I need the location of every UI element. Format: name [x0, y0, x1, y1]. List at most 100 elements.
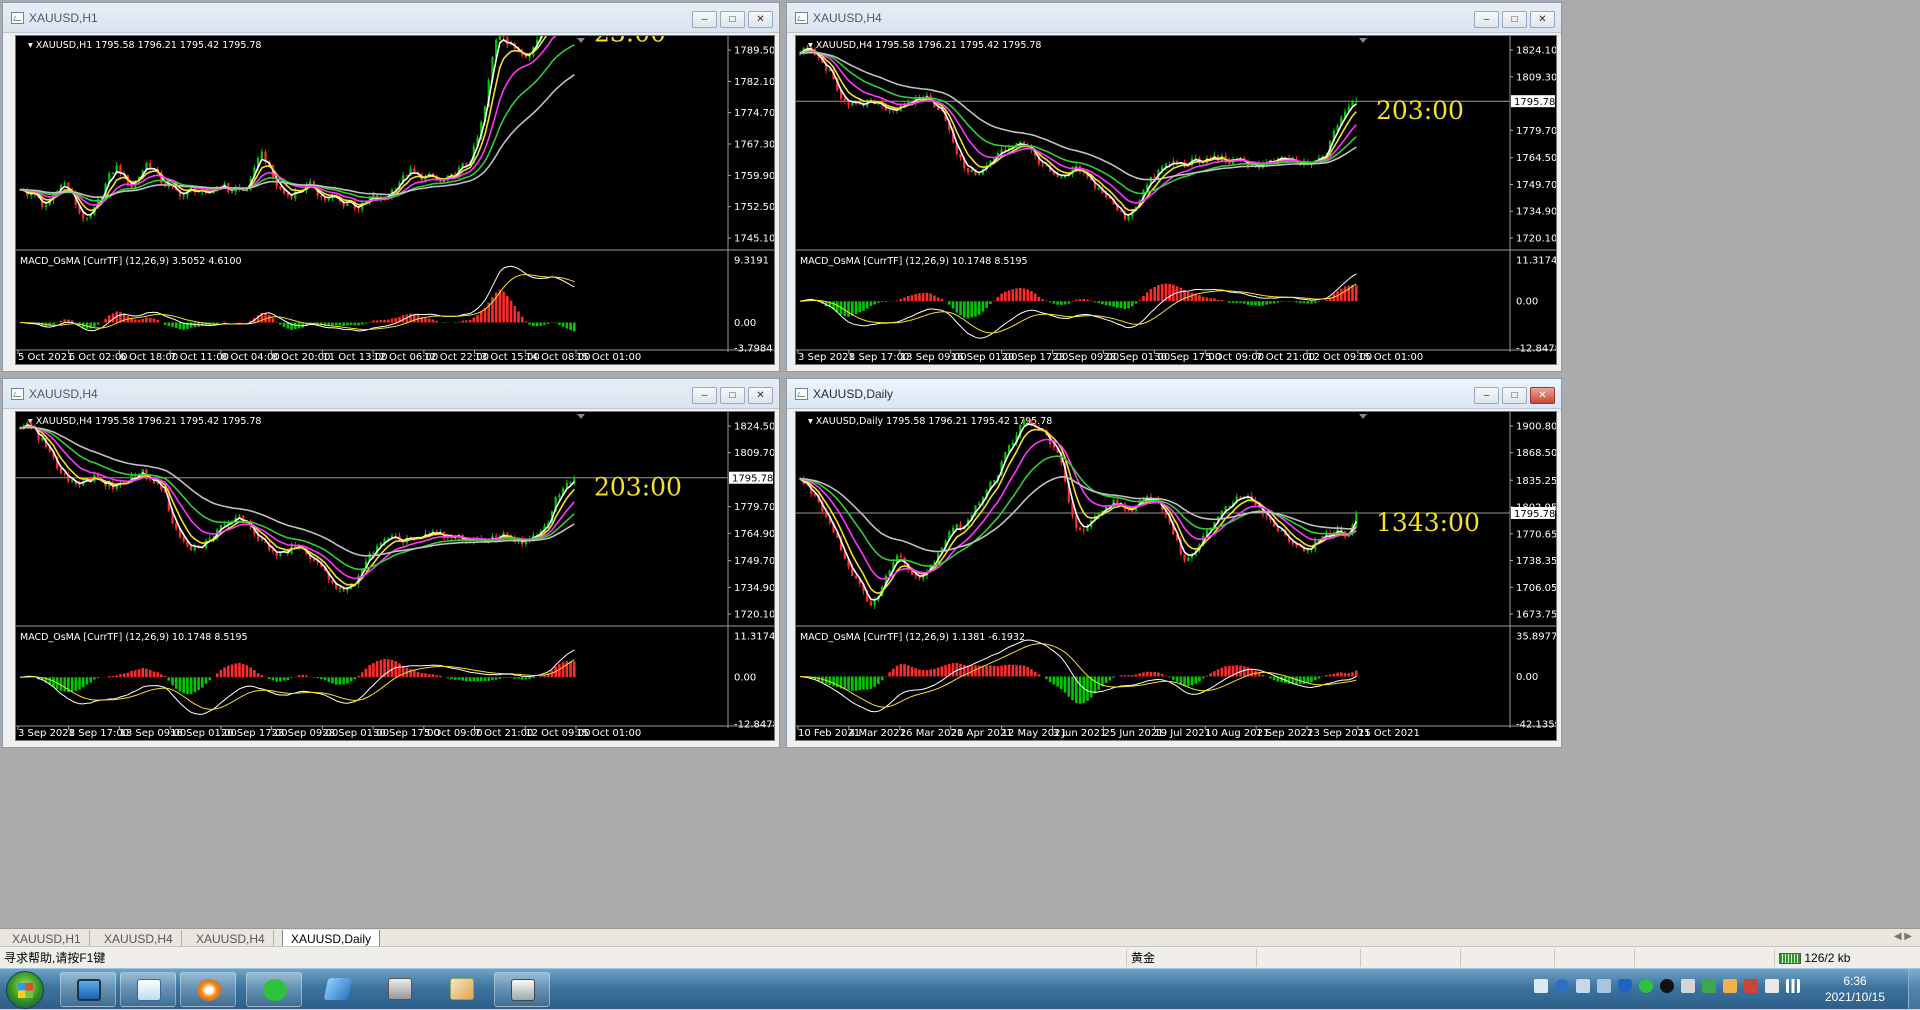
maximize-button[interactable]: □ — [720, 387, 745, 404]
macd-histogram-bar — [350, 323, 353, 325]
system-tray — [1534, 979, 1800, 993]
macd-histogram-bar — [1086, 676, 1089, 700]
taskbar-editor-app[interactable] — [434, 972, 490, 1007]
candle-body — [1079, 528, 1081, 530]
sync-icon[interactable] — [1702, 979, 1716, 993]
minimize-button[interactable]: – — [1474, 11, 1499, 28]
macd-histogram-bar — [963, 301, 966, 317]
taskbar-mt4-app[interactable] — [494, 972, 550, 1007]
macd-histogram-bar — [1097, 301, 1100, 303]
macd-histogram-bar — [476, 677, 479, 681]
macd-histogram-bar — [372, 321, 375, 323]
macd-histogram-bar — [1011, 665, 1014, 677]
device-icon[interactable] — [1597, 979, 1611, 993]
macd-histogram-bar — [877, 301, 880, 303]
chart-window-h1[interactable]: XAUUSD,H1 – □ ✕ ▾ XAUUSD,H1 1795.58 1796… — [2, 2, 780, 372]
volume-icon[interactable] — [1723, 979, 1737, 993]
maximize-button[interactable]: □ — [720, 11, 745, 28]
close-button[interactable]: ✕ — [748, 387, 773, 404]
macd-line — [20, 650, 574, 714]
flag-icon[interactable] — [1765, 979, 1779, 993]
chart-canvas[interactable]: ▾ XAUUSD,H4 1795.58 1796.21 1795.42 1795… — [795, 35, 1557, 365]
tab-xauusd-h1[interactable]: XAUUSD,H1 — [4, 930, 90, 947]
macd-histogram-bar — [246, 665, 249, 677]
macd-histogram-bar — [1329, 675, 1332, 677]
macd-histogram-bar — [1228, 666, 1231, 677]
network-drive-icon[interactable] — [1576, 979, 1590, 993]
minimize-button[interactable]: – — [1474, 387, 1499, 404]
macd-histogram-bar — [1015, 665, 1018, 676]
chart-window-h4-top[interactable]: XAUUSD,H4 – □ ✕ ▾ XAUUSD,H4 1795.58 1796… — [786, 2, 1562, 372]
macd-histogram-bar — [918, 670, 921, 677]
taskbar-desktop-app[interactable] — [60, 972, 116, 1007]
antivirus-icon[interactable] — [1681, 979, 1695, 993]
maximize-button[interactable]: □ — [1502, 387, 1527, 404]
macd-histogram-bar — [268, 315, 271, 323]
security-icon[interactable] — [1744, 979, 1758, 993]
start-button[interactable] — [6, 971, 44, 1009]
window-titlebar[interactable]: XAUUSD,H4 – □ ✕ — [787, 3, 1561, 33]
candle-body — [223, 524, 225, 525]
macd-histogram-bar — [506, 677, 509, 678]
chart-window-daily[interactable]: XAUUSD,Daily – □ ✕ ▾ XAUUSD,Daily 1795.5… — [786, 378, 1562, 748]
moving-average-line — [20, 426, 574, 585]
macd-histogram-bar — [941, 666, 944, 676]
minimize-button[interactable]: – — [692, 387, 717, 404]
macd-histogram-bar — [60, 321, 63, 323]
macd-histogram-bar — [1086, 300, 1089, 302]
chart-canvas[interactable]: ▾ XAUUSD,Daily 1795.58 1796.21 1795.42 1… — [795, 411, 1557, 741]
close-button[interactable]: ✕ — [1530, 11, 1555, 28]
mdi-area: XAUUSD,H1 – □ ✕ ▾ XAUUSD,H1 1795.58 1796… — [0, 0, 1920, 928]
qq-icon[interactable] — [1660, 979, 1674, 993]
macd-histogram-bar — [517, 311, 520, 322]
macd-histogram-bar — [227, 666, 230, 678]
minimize-button[interactable]: – — [692, 11, 717, 28]
window-titlebar[interactable]: XAUUSD,Daily – □ ✕ — [787, 379, 1561, 409]
chart-window-h4-bottom[interactable]: XAUUSD,H4 – □ ✕ ▾ XAUUSD,H4 1795.58 1796… — [2, 378, 780, 748]
window-titlebar[interactable]: XAUUSD,H4 – □ ✕ — [3, 379, 779, 409]
close-button[interactable]: ✕ — [1530, 387, 1555, 404]
macd-histogram-bar — [1254, 301, 1257, 305]
chart-shift-marker — [1359, 38, 1367, 43]
signal-icon[interactable] — [1786, 979, 1800, 993]
macd-histogram-bar — [1142, 672, 1145, 676]
macd-histogram-bar — [881, 676, 884, 680]
macd-histogram-bar — [335, 323, 338, 326]
keyboard-icon[interactable] — [1534, 979, 1548, 993]
candle-body — [320, 195, 322, 196]
show-desktop-button[interactable] — [1908, 969, 1920, 1010]
price-tick-label: 1809.30 — [1516, 72, 1556, 83]
help-icon[interactable] — [1555, 979, 1569, 993]
macd-histogram-bar — [937, 667, 940, 676]
taskbar-browser-app[interactable] — [180, 972, 236, 1007]
macd-histogram-bar — [1202, 676, 1205, 678]
macd-histogram-bar — [896, 300, 899, 301]
time-tick-label: 1 Sep 2021 — [1256, 728, 1313, 739]
chart-canvas[interactable]: ▾ XAUUSD,H1 1795.58 1796.21 1795.42 1795… — [15, 35, 775, 365]
shield-icon[interactable] — [1618, 979, 1632, 993]
tab-scroll-arrows[interactable]: ◀ ▶ — [1894, 931, 1912, 942]
macd-histogram-bar — [476, 315, 479, 322]
system-clock[interactable]: 6:36 2021/10/15 — [1810, 973, 1900, 1005]
tab-xauusd-h4-2[interactable]: XAUUSD,H4 — [188, 930, 274, 947]
taskbar-file-app[interactable] — [120, 972, 176, 1007]
taskbar-wechat-app[interactable] — [246, 972, 302, 1007]
macd-tick-label: 11.3174 — [1516, 256, 1556, 267]
price-tick-label: 1764.90 — [734, 529, 774, 540]
chat-tray-icon[interactable] — [1639, 979, 1653, 993]
macd-label: MACD_OsMA [CurrTF] (12,26,9) 10.1748 8.5… — [800, 256, 1028, 267]
tab-xauusd-h4[interactable]: XAUUSD,H4 — [96, 930, 182, 947]
taskbar-terminal-app[interactable] — [372, 972, 428, 1007]
current-price-label: 1795.78 — [1514, 97, 1555, 108]
taskbar-notes-app[interactable] — [310, 972, 366, 1007]
macd-histogram-bar — [1262, 301, 1265, 305]
macd-histogram-bar — [1146, 292, 1149, 301]
chart-canvas[interactable]: ▾ XAUUSD,H4 1795.58 1796.21 1795.42 1795… — [15, 411, 775, 741]
window-titlebar[interactable]: XAUUSD,H1 – □ ✕ — [3, 3, 779, 33]
maximize-button[interactable]: □ — [1502, 11, 1527, 28]
candle-body — [959, 154, 961, 158]
macd-histogram-bar — [899, 664, 902, 676]
close-button[interactable]: ✕ — [748, 11, 773, 28]
macd-histogram-bar — [1262, 675, 1265, 677]
tab-xauusd-daily[interactable]: XAUUSD,Daily — [282, 930, 380, 947]
